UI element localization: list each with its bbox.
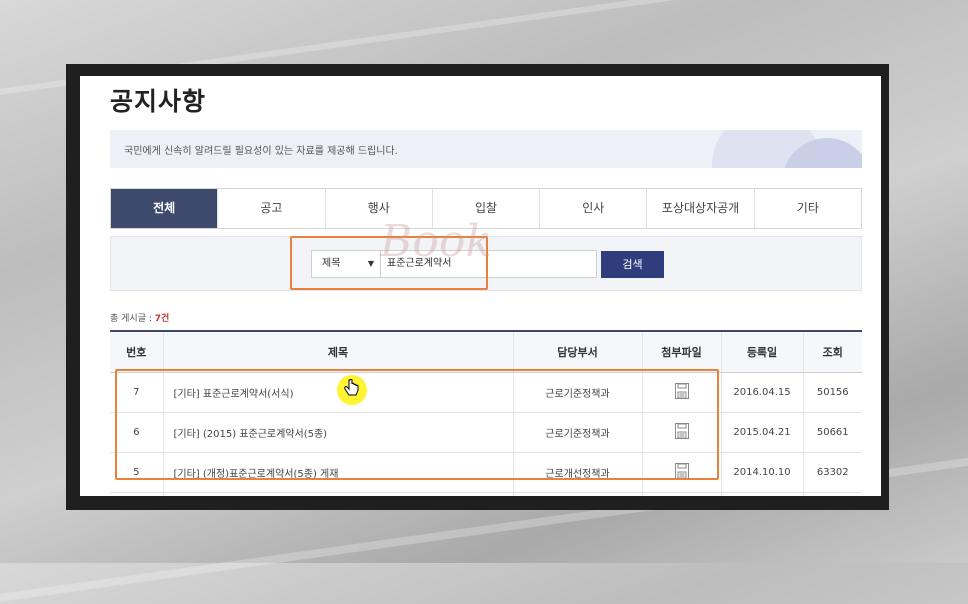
tab-etc[interactable]: 기타 (754, 189, 861, 228)
table-header-row: 번호 제목 담당부서 첨부파일 등록일 조회 (110, 330, 862, 373)
notice-panel: 공지사항 국민에게 신속히 알려드릴 필요성이 있는 자료를 제공해 드립니다.… (80, 76, 881, 496)
row-views: 50661 (803, 412, 862, 453)
header-attachment: 첨부파일 (642, 330, 722, 373)
row-cell-empty (110, 492, 164, 496)
post-count: 총 게시글 : 7건 (110, 311, 169, 324)
tab-personnel[interactable]: 인사 (540, 189, 648, 228)
tab-notice[interactable]: 공고 (218, 189, 326, 228)
rows-highlight-box (115, 369, 719, 480)
row-date: 2016.04.15 (721, 372, 804, 413)
header-date: 등록일 (721, 330, 804, 373)
table-row-partial (110, 492, 862, 496)
header-department: 담당부서 (513, 330, 643, 373)
row-cell-empty (803, 492, 862, 496)
row-date: 2014.10.10 (721, 452, 804, 493)
header-views: 조회 (803, 330, 862, 373)
row-cell-empty (513, 492, 643, 496)
tab-all[interactable]: 전체 (111, 189, 219, 228)
row-cell-empty (163, 492, 514, 496)
description-text: 국민에게 신속히 알려드릴 필요성이 있는 자료를 제공해 드립니다. (124, 146, 398, 157)
row-views: 63302 (803, 452, 862, 493)
search-button[interactable]: 검색 (601, 251, 664, 278)
row-cell-empty (642, 492, 722, 496)
row-date: 2015.04.21 (721, 412, 804, 453)
watermark: Book (380, 216, 492, 267)
post-count-value: 7건 (154, 314, 170, 324)
row-cell-empty (721, 492, 804, 496)
header-number: 번호 (110, 330, 164, 373)
row-views: 50156 (803, 372, 862, 413)
tab-award[interactable]: 포상대상자공개 (647, 189, 755, 228)
header-title: 제목 (163, 330, 514, 373)
post-count-label: 총 게시글 : (110, 314, 155, 324)
description-banner: 국민에게 신속히 알려드릴 필요성이 있는 자료를 제공해 드립니다. (110, 130, 862, 168)
hand-pointer-icon (337, 375, 367, 405)
page-title: 공지사항 (110, 87, 207, 116)
